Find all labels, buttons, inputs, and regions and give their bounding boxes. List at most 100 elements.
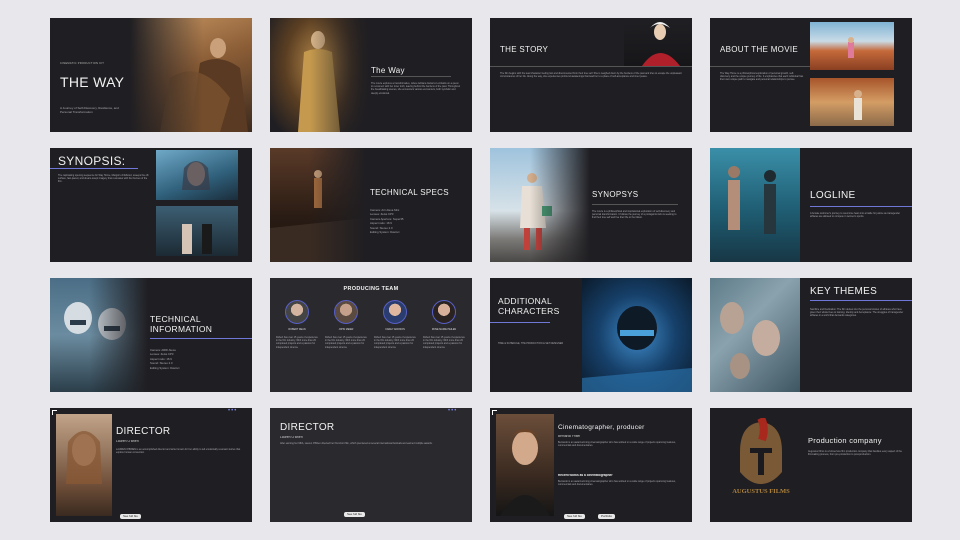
director-name: Lauren O'Brien bbox=[280, 436, 303, 439]
member-name: JOHN MEIER bbox=[338, 328, 354, 331]
slide-body: Robert has over 15 years of experience i… bbox=[325, 336, 367, 349]
avatar bbox=[285, 300, 309, 324]
slide-title-text: TECHNICAL SPECS bbox=[370, 188, 449, 197]
slide-title-text: SYNOPSYS bbox=[592, 190, 639, 199]
slide-title-text: Cinematographer, producer bbox=[558, 424, 645, 431]
divider bbox=[371, 76, 451, 77]
avatar bbox=[383, 300, 407, 324]
slide-subtitle: TIME & SCHEDULE, THE PRODUCTION & SET DE… bbox=[498, 342, 564, 345]
two-women-photo bbox=[156, 206, 238, 256]
swim-caps-photo bbox=[50, 278, 148, 392]
slide-body: The captivating opening sequence for Way… bbox=[58, 174, 150, 184]
slide-producing-team[interactable]: PRODUCING TEAM ROBERT DEAN JOHN MEIER CA… bbox=[270, 278, 472, 392]
slide-title-text: ABOUT THE MOVIE bbox=[720, 45, 798, 54]
slide-title-text: Production company bbox=[808, 436, 882, 445]
avatar bbox=[334, 300, 358, 324]
section-heading: Recent works as a cinematographer bbox=[558, 474, 613, 477]
slide-synopsis[interactable]: SYNOPSIS: The captivating opening sequen… bbox=[50, 148, 252, 262]
slide-technical-information[interactable]: TECHNICAL INFORMATION Camera: ARRI Alexa… bbox=[50, 278, 252, 392]
slide-about-movie[interactable]: ABOUT THE MOVIE The Way Home is a philos… bbox=[710, 18, 912, 132]
slide-body: The film begins with the lead character … bbox=[500, 72, 682, 79]
woman-portrait-photo bbox=[156, 150, 238, 200]
slide-body: Robert has over 15 years of experience i… bbox=[423, 336, 465, 349]
red-dress-photo bbox=[624, 18, 692, 66]
spec-item: Editing System: Davinci bbox=[150, 365, 180, 370]
slide-the-story[interactable]: THE STORY The film begins with the lead … bbox=[490, 18, 692, 132]
specs-list: Camera: Arri Alexa Mini Lenses: Zeiss CP… bbox=[370, 208, 460, 234]
slide-director-1[interactable]: ••• DIRECTOR Lauren O'Brien LAUREN O'BRI… bbox=[50, 408, 252, 522]
divider bbox=[810, 206, 912, 207]
member-name: CAREY ADDISON bbox=[385, 328, 405, 331]
slide-body: Robert has over 15 years of experience i… bbox=[276, 336, 318, 349]
portfolio-button[interactable]: Portfolio bbox=[598, 514, 616, 519]
more-dots-icon[interactable]: ••• bbox=[228, 408, 237, 414]
slide-title-text: DIRECTOR bbox=[116, 426, 171, 437]
slide-body: After earning her MFA, Lauren O'Brien di… bbox=[280, 442, 433, 445]
slide-grid: CINEMATIC PRODUCTION KIT THE WAY A Journ… bbox=[50, 18, 912, 524]
slide-synopsys[interactable]: SYNOPSYS The movie is a philosophical an… bbox=[490, 148, 692, 262]
specs-list: Camera: ARRI Alexa Lenses: Zeiss CP3 Asp… bbox=[150, 348, 240, 370]
swimmers-photo bbox=[710, 148, 800, 262]
member-name: ROBERT DEAN bbox=[288, 328, 306, 331]
slide-director-2[interactable]: ••• DIRECTOR Lauren O'Brien After earnin… bbox=[270, 408, 472, 522]
spec-item: Editing System: Davinci bbox=[370, 230, 400, 235]
slide-logline[interactable]: LOGLINE A female swimmer's journey to ov… bbox=[710, 148, 912, 262]
walking-woman-photo bbox=[490, 148, 590, 262]
slide-body: Sacrifice and Dedication: The film delve… bbox=[810, 308, 904, 318]
divider bbox=[150, 338, 252, 339]
director-portrait-photo bbox=[56, 414, 112, 516]
slide-body: The Way Home is a philosophical explorat… bbox=[720, 72, 804, 82]
more-dots-icon[interactable]: ••• bbox=[448, 408, 457, 414]
swimmer-underwater-photo bbox=[582, 278, 692, 392]
slide-title-text: ADDITIONAL CHARACTERS bbox=[498, 296, 560, 316]
see-bio-button[interactable]: See full bio bbox=[344, 512, 365, 517]
slide-body: Robert has over 15 years of experience i… bbox=[374, 336, 416, 349]
slide-body: Bernardo is an award-winning cinematogra… bbox=[558, 441, 676, 448]
slide-cinematographer[interactable]: Cinematographer, producer Bernardo Fritt… bbox=[490, 408, 692, 522]
slide-body: Bernardo is an award-winning cinematogra… bbox=[558, 480, 676, 487]
divider bbox=[810, 300, 912, 301]
slide-subtitle: A Journey of Self-Discovery, Resilience,… bbox=[60, 106, 119, 114]
field-woman-photo bbox=[810, 78, 894, 126]
street-stairs-photo bbox=[270, 148, 366, 262]
member-name: ROSE MARIE HEILEN bbox=[431, 328, 457, 331]
director-name: Lauren O'Brien bbox=[116, 440, 139, 443]
slide-title[interactable]: CINEMATIC PRODUCTION KIT THE WAY A Journ… bbox=[50, 18, 252, 132]
cinematographer-name: Bernardo Fritter bbox=[558, 435, 581, 438]
slide-key-themes[interactable]: KEY THEMES Sacrifice and Dedication: The… bbox=[710, 278, 912, 392]
desert-road-photo bbox=[810, 22, 894, 70]
slide-title-text: THE WAY bbox=[60, 74, 125, 90]
divider bbox=[50, 168, 138, 169]
divider bbox=[710, 66, 810, 67]
avatar bbox=[432, 300, 456, 324]
slide-technical-specs[interactable]: TECHNICAL SPECS Camera: Arri Alexa Mini … bbox=[270, 148, 472, 262]
divider bbox=[490, 322, 550, 323]
slide-additional-characters[interactable]: ADDITIONAL CHARACTERS TIME & SCHEDULE, T… bbox=[490, 278, 692, 392]
slide-title-text: THE STORY bbox=[500, 45, 549, 54]
slide-title-text: PRODUCING TEAM bbox=[343, 286, 399, 292]
see-bio-button[interactable]: See full bio bbox=[564, 514, 585, 519]
cinematographer-portrait-photo bbox=[496, 414, 554, 516]
slide-body: Augustus Films is a full-service film pr… bbox=[808, 450, 902, 457]
augustus-logo: AUGUSTUS FILMS bbox=[726, 418, 796, 508]
slide-production-company[interactable]: AUGUSTUS FILMS Production company August… bbox=[710, 408, 912, 522]
see-bio-button[interactable]: See full bio bbox=[120, 514, 141, 519]
faces-collage-photo bbox=[710, 278, 800, 392]
desert-woman-photo bbox=[130, 18, 252, 132]
slide-body: The movie explores a transformative, whe… bbox=[371, 82, 460, 95]
divider bbox=[490, 66, 692, 67]
slide-the-way[interactable]: The Way The movie explores a transformat… bbox=[270, 18, 472, 132]
slide-title-text: LOGLINE bbox=[810, 190, 856, 201]
slide-title-text: KEY THEMES bbox=[810, 286, 878, 297]
gold-costume-photo bbox=[270, 18, 370, 132]
divider bbox=[592, 204, 678, 205]
slide-title-text: SYNOPSIS: bbox=[58, 154, 126, 168]
slide-body: A female swimmer's journey to overcome f… bbox=[810, 212, 901, 219]
slide-body: LAUREN O'BRIEN is an accomplished direct… bbox=[116, 448, 241, 455]
slide-title-text: TECHNICAL INFORMATION bbox=[150, 314, 213, 334]
logo-text: AUGUSTUS FILMS bbox=[732, 488, 790, 495]
slide-title-text: DIRECTOR bbox=[280, 422, 335, 433]
slide-title-text: The Way bbox=[371, 66, 405, 75]
slide-kicker: CINEMATIC PRODUCTION KIT bbox=[60, 62, 105, 65]
slide-body: The movie is a philosophical and inspira… bbox=[592, 210, 677, 220]
